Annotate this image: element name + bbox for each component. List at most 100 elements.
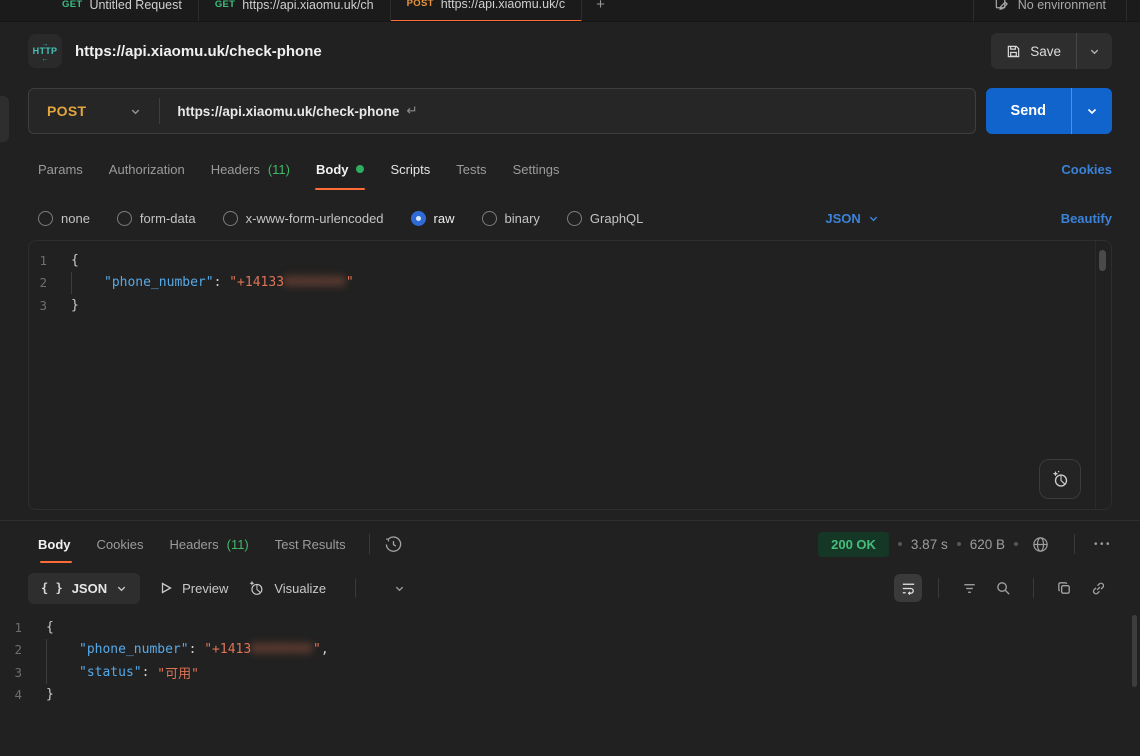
tab-settings[interactable]: Settings — [500, 142, 573, 196]
code-line: 2"phone_number": "+14130000000", — [0, 639, 1140, 662]
redacted-text: 0000000 — [251, 642, 313, 657]
code-token: { — [46, 620, 54, 635]
url-input[interactable]: https://api.xiaomu.uk/check-phone ↵ — [160, 103, 974, 119]
view-options-button[interactable] — [385, 574, 413, 602]
method-badge: GET — [62, 0, 82, 10]
divider — [1033, 578, 1034, 598]
search-icon — [995, 580, 1012, 597]
search-button[interactable] — [989, 574, 1017, 602]
code-token: : — [189, 642, 205, 657]
play-icon — [159, 581, 173, 595]
tab-label: https://api.xiaomu.uk/c — [441, 0, 565, 11]
redacted-text: 0000000 — [284, 275, 346, 290]
save-button[interactable]: Save — [991, 33, 1076, 69]
mode-binary[interactable]: binary — [482, 211, 540, 226]
filter-button[interactable] — [955, 574, 983, 602]
status-badge: 200 OK — [818, 532, 889, 557]
indent-guide — [71, 272, 104, 295]
tab-tests[interactable]: Tests — [443, 142, 499, 196]
mode-x-www-form-urlencoded[interactable]: x-www-form-urlencoded — [223, 211, 384, 226]
url-box: POST https://api.xiaomu.uk/check-phone ↵ — [28, 88, 976, 134]
send-options-button[interactable] — [1071, 88, 1112, 134]
line-number: 3 — [0, 665, 46, 680]
visualize-button[interactable]: Visualize — [247, 579, 326, 597]
cookies-link[interactable]: Cookies — [1061, 162, 1112, 177]
request-tab-untitled[interactable]: GET Untitled Request — [46, 0, 199, 22]
mode-none[interactable]: none — [38, 211, 90, 226]
body-mode-row: none form-data x-www-form-urlencoded raw… — [0, 196, 1140, 240]
code-token: "status" — [79, 665, 142, 680]
link-button[interactable] — [1084, 574, 1112, 602]
response-scrollbar[interactable] — [1132, 615, 1137, 687]
method-badge: POST — [407, 0, 434, 9]
code-line: 4} — [0, 684, 1140, 707]
dot-separator — [1014, 542, 1018, 546]
code-token: " — [313, 642, 321, 657]
environment-selector[interactable]: No environment — [973, 0, 1126, 22]
response-tools — [894, 574, 1112, 602]
radio-icon — [482, 211, 497, 226]
tab-headers[interactable]: Headers (11) — [198, 142, 303, 196]
tab-scripts[interactable]: Scripts — [377, 142, 443, 196]
radio-icon — [117, 211, 132, 226]
tab-authorization[interactable]: Authorization — [96, 142, 198, 196]
new-tab-button[interactable]: + — [582, 0, 619, 13]
history-clock-icon — [384, 535, 403, 554]
beautify-link[interactable]: Beautify — [1061, 211, 1112, 226]
save-options-button[interactable] — [1076, 33, 1112, 69]
radio-icon — [567, 211, 582, 226]
radio-icon — [38, 211, 53, 226]
tabbar-divider — [1126, 0, 1140, 22]
preview-button[interactable]: Preview — [159, 581, 228, 596]
headers-count: (11) — [268, 162, 290, 177]
code-token: } — [71, 298, 79, 313]
response-section: Body Cookies Headers (11) Test Results 2… — [0, 520, 1140, 706]
response-body-viewer[interactable]: 1{2"phone_number": "+14130000000",3"stat… — [0, 609, 1140, 706]
network-info-button[interactable] — [1027, 530, 1055, 558]
request-tab-bar: GET Untitled Request GET https://api.xia… — [0, 0, 1140, 22]
postbot-button[interactable] — [1039, 459, 1081, 499]
wrap-text-button[interactable] — [894, 574, 922, 602]
chevron-down-icon — [116, 583, 127, 594]
chevron-down-icon — [868, 213, 879, 224]
method-selected: POST — [47, 103, 86, 119]
code-token: "+1413 — [204, 642, 251, 657]
response-tab-test-results[interactable]: Test Results — [262, 521, 359, 567]
request-tab-get-url[interactable]: GET https://api.xiaomu.uk/ch — [199, 0, 391, 22]
divider — [938, 578, 939, 598]
format-dropdown[interactable]: JSON — [825, 211, 878, 226]
dot-separator — [957, 542, 961, 546]
tab-params[interactable]: Params — [28, 142, 96, 196]
environment-label: No environment — [1018, 0, 1106, 12]
send-button[interactable]: Send — [986, 88, 1071, 134]
method-dropdown[interactable]: POST — [29, 103, 159, 119]
request-body-editor[interactable]: 1{2"phone_number": "+141330000000"3} — [28, 240, 1112, 510]
response-toolbar: { } JSON Preview Visualize — [0, 567, 1140, 609]
radio-icon — [223, 211, 238, 226]
mode-raw[interactable]: raw — [411, 211, 455, 226]
request-tab-post-url-active[interactable]: POST https://api.xiaomu.uk/c — [391, 0, 582, 22]
response-tab-body[interactable]: Body — [28, 521, 84, 567]
http-request-icon: → HTTP ← — [28, 34, 62, 68]
response-format-dropdown[interactable]: { } JSON — [28, 573, 140, 604]
save-button-group: Save — [991, 33, 1112, 69]
tab-label: https://api.xiaomu.uk/ch — [242, 0, 373, 12]
response-tab-cookies[interactable]: Cookies — [84, 521, 157, 567]
tab-label: Untitled Request — [89, 0, 181, 12]
line-number: 4 — [0, 687, 46, 702]
sidebar-handle[interactable] — [0, 96, 9, 142]
tab-body[interactable]: Body — [303, 142, 378, 196]
line-number: 1 — [29, 253, 71, 268]
code-token: : — [142, 665, 158, 680]
copy-icon — [1056, 580, 1073, 597]
request-header: → HTTP ← https://api.xiaomu.uk/check-pho… — [0, 22, 1140, 80]
mode-form-data[interactable]: form-data — [117, 211, 196, 226]
braces-icon: { } — [41, 581, 63, 595]
response-tab-headers[interactable]: Headers (11) — [156, 521, 261, 567]
send-button-group: Send — [986, 88, 1112, 134]
mode-graphql[interactable]: GraphQL — [567, 211, 643, 226]
more-options-button[interactable]: ••• — [1094, 539, 1112, 550]
editor-scrollbar[interactable] — [1099, 250, 1106, 271]
copy-button[interactable] — [1050, 574, 1078, 602]
history-button[interactable] — [380, 530, 408, 558]
